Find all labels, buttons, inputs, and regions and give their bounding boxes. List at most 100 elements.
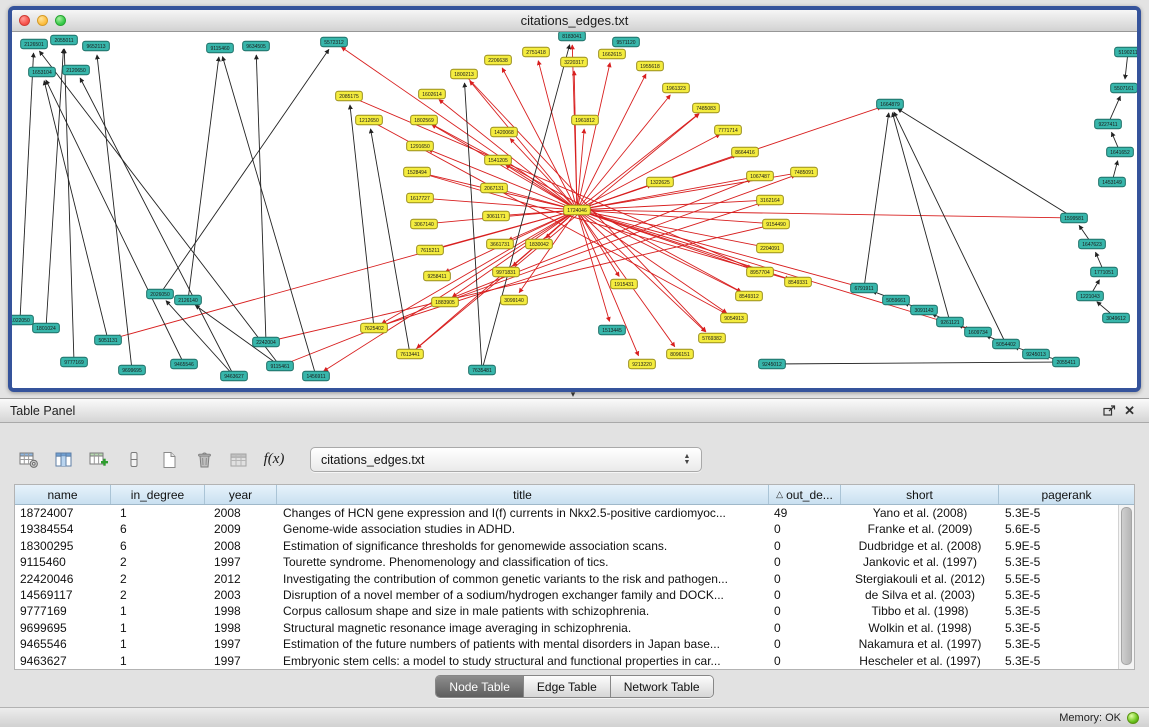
network-node[interactable]: 1602614 (419, 89, 446, 99)
network-node[interactable]: 5051131 (95, 335, 122, 345)
close-panel-button[interactable]: ✕ (1120, 404, 1139, 417)
network-node[interactable]: 5054402 (993, 339, 1020, 349)
network-node[interactable]: 1541205 (485, 155, 512, 165)
network-node[interactable]: 5059661 (883, 295, 910, 305)
network-node[interactable]: 1420068 (491, 127, 518, 137)
network-node[interactable]: 2067131 (481, 183, 508, 193)
network-node[interactable]: 1830042 (526, 239, 553, 249)
network-node[interactable]: 1221043 (1077, 291, 1104, 301)
network-node[interactable]: 3162164 (757, 195, 784, 205)
network-canvas[interactable]: 1724046160261418025691291650152849416177… (12, 32, 1137, 388)
network-node[interactable]: 5507161 (1111, 83, 1137, 93)
network-node[interactable]: 1617727 (407, 193, 434, 203)
network-node[interactable]: 1800213 (451, 69, 478, 79)
network-node[interactable]: 3067140 (411, 219, 438, 229)
network-node[interactable]: 9465546 (171, 359, 198, 369)
network-node[interactable]: 3220317 (561, 57, 588, 67)
network-node[interactable]: 3061171 (483, 211, 510, 221)
network-node[interactable]: 7485091 (791, 167, 818, 177)
new-file-button[interactable] (156, 448, 182, 472)
network-node[interactable]: 1641652 (1107, 147, 1134, 157)
network-node[interactable]: 3091143 (911, 305, 938, 315)
table-options-button[interactable] (16, 448, 42, 472)
network-node[interactable]: 1664879 (877, 99, 904, 109)
network-node[interactable]: 2120650 (63, 65, 90, 75)
network-node[interactable]: 1961812 (572, 115, 599, 125)
table-scrollbar[interactable] (1118, 505, 1134, 669)
minimize-button[interactable] (37, 15, 48, 26)
network-node[interactable]: 1724046 (564, 205, 591, 215)
network-node[interactable]: 2055011 (51, 35, 78, 45)
network-node[interactable]: 1653104 (29, 67, 56, 77)
network-node[interactable]: 9463627 (221, 371, 248, 381)
network-node[interactable]: 1291650 (407, 141, 434, 151)
network-node[interactable]: 9261121 (937, 317, 964, 327)
table-selector[interactable]: citations_edges.txt ▲▼ (310, 447, 702, 472)
scrollbar-thumb[interactable] (1121, 507, 1132, 665)
network-node[interactable]: 5572312 (321, 37, 348, 47)
network-node[interactable]: 3661731 (487, 239, 514, 249)
network-node[interactable]: 9634505 (243, 41, 270, 51)
network-node[interactable]: 8957704 (747, 267, 774, 277)
network-node[interactable]: 8549331 (785, 277, 812, 287)
network-node[interactable]: 1067487 (747, 171, 774, 181)
network-node[interactable]: 8549312 (736, 291, 763, 301)
table-row[interactable]: 14569117 2 2003 Disruption of a novel me… (15, 587, 1134, 603)
network-window-titlebar[interactable]: citations_edges.txt (12, 10, 1137, 32)
network-node[interactable]: 2242004 (253, 337, 280, 347)
create-column-button[interactable] (86, 448, 112, 472)
network-node[interactable]: 1961323 (663, 83, 690, 93)
network-node[interactable]: 2055411 (1053, 357, 1080, 367)
network-node[interactable]: 1662615 (599, 49, 626, 59)
table-row[interactable]: 9699695 1 1998 Structural magnetic reson… (15, 620, 1134, 636)
column-header-out-degree[interactable]: △ out_de... (769, 485, 841, 504)
network-node[interactable]: 1647623 (1079, 239, 1106, 249)
network-node[interactable]: 2126140 (175, 295, 202, 305)
network-node[interactable]: 1771051 (1091, 267, 1118, 277)
tab-network-table[interactable]: Network Table (611, 676, 713, 697)
memory-status-indicator[interactable] (1127, 712, 1139, 724)
network-node[interactable]: 9054913 (721, 313, 748, 323)
network-node[interactable]: 1915431 (611, 279, 638, 289)
network-node[interactable]: 1453149 (1099, 177, 1126, 187)
network-node[interactable]: 7485083 (693, 103, 720, 113)
column-header-pagerank[interactable]: pagerank (999, 485, 1134, 504)
network-node[interactable]: 7615211 (417, 245, 444, 255)
network-node[interactable]: 3099140 (501, 295, 528, 305)
delete-column-button[interactable] (121, 448, 147, 472)
panel-resize-handle[interactable]: ▾ (566, 390, 580, 398)
zoom-button[interactable] (55, 15, 66, 26)
network-node[interactable]: 9258411 (424, 271, 451, 281)
import-table-button[interactable] (226, 448, 252, 472)
network-node[interactable]: 2126501 (21, 39, 48, 49)
network-node[interactable]: 7613441 (397, 349, 424, 359)
delete-table-button[interactable] (191, 448, 217, 472)
column-header-short[interactable]: short (841, 485, 999, 504)
network-node[interactable]: 1801024 (33, 323, 60, 333)
network-node[interactable]: 9971831 (493, 267, 520, 277)
table-row[interactable]: 18300295 6 2008 Estimation of significan… (15, 538, 1134, 554)
network-node[interactable]: 1022050 (12, 315, 33, 325)
network-node[interactable]: 9115460 (207, 43, 234, 53)
network-node[interactable]: 8096151 (667, 349, 694, 359)
close-button[interactable] (19, 15, 30, 26)
table-row[interactable]: 9463627 1 1997 Embryonic stem cells: a m… (15, 653, 1134, 669)
network-node[interactable]: 1802569 (411, 115, 438, 125)
network-node[interactable]: 8183041 (559, 32, 586, 41)
column-header-year[interactable]: year (205, 485, 277, 504)
network-node[interactable]: 2204091 (757, 243, 784, 253)
network-node[interactable]: 9115461 (267, 361, 294, 371)
network-node[interactable]: 3049612 (1103, 313, 1130, 323)
network-node[interactable]: 9777169 (61, 357, 88, 367)
network-node[interactable]: 1599581 (1061, 213, 1088, 223)
network-node[interactable]: 1609734 (965, 327, 992, 337)
network-node[interactable]: 8664416 (732, 147, 759, 157)
network-node[interactable]: 2206638 (485, 55, 512, 65)
column-header-name[interactable]: name (15, 485, 111, 504)
show-columns-button[interactable] (51, 448, 77, 472)
network-node[interactable]: 1322625 (647, 177, 674, 187)
network-node[interactable]: 9213220 (629, 359, 656, 369)
network-node[interactable]: 7771714 (715, 125, 742, 135)
network-node[interactable]: 9154490 (763, 219, 790, 229)
table-row[interactable]: 9777169 1 1998 Corpus callosum shape and… (15, 603, 1134, 619)
